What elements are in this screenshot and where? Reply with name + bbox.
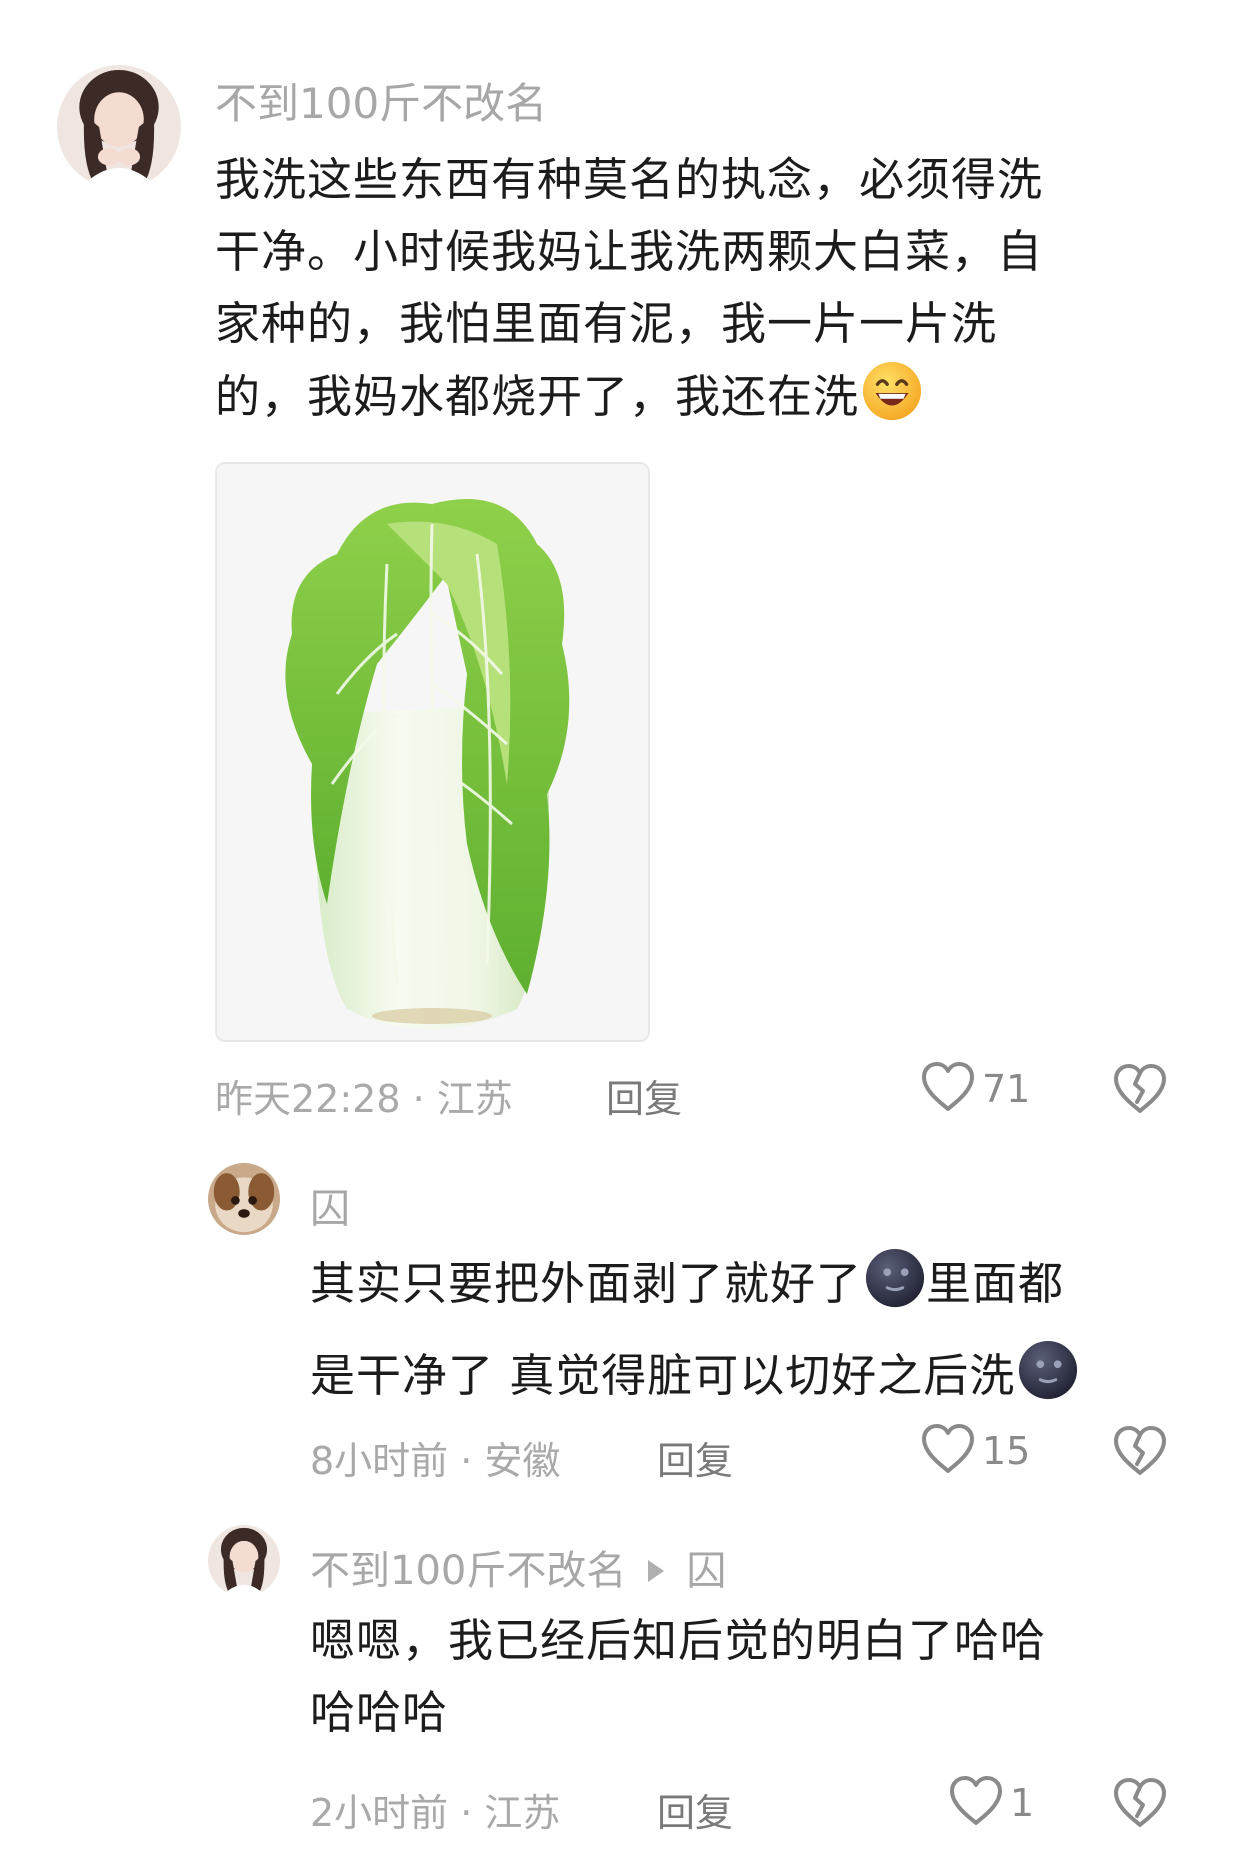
like-count: 15	[982, 1429, 1031, 1473]
dislike-button[interactable]	[1112, 1062, 1168, 1120]
comment-line: 的，我妈水都烧开了，我还在洗	[215, 370, 860, 423]
comment-image[interactable]	[215, 462, 650, 1042]
comment-line: 是干净了 真觉得脏可以切好之后洗	[310, 1349, 1016, 1402]
heart-outline-icon	[948, 1774, 1004, 1832]
comment-line: 干净。小时候我妈让我洗两颗大白菜，自	[215, 225, 1044, 278]
comment-meta: 8小时前 · 安徽	[310, 1439, 561, 1483]
comment-content: 嗯嗯，我已经后知后觉的明白了哈哈 哈哈哈	[310, 1605, 1046, 1749]
triangle-right-icon	[648, 1560, 665, 1582]
avatar[interactable]	[208, 1525, 280, 1597]
like-count: 71	[982, 1067, 1031, 1111]
comment-username[interactable]: 囚	[310, 1176, 350, 1234]
reply-button[interactable]: 回复	[657, 1430, 733, 1485]
grinning-face-emoji	[861, 360, 923, 443]
broken-heart-icon	[1112, 1778, 1168, 1834]
dislike-button[interactable]	[1112, 1424, 1168, 1482]
like-button[interactable]: 1	[948, 1774, 1034, 1832]
like-button[interactable]: 15	[920, 1422, 1030, 1480]
comment-line: 其实只要把外面剥了就好了	[310, 1257, 863, 1310]
comment-line: 哈哈哈	[310, 1686, 449, 1739]
reply-to-username[interactable]: 囚	[686, 1548, 726, 1594]
reply-button[interactable]: 回复	[657, 1782, 733, 1837]
broken-heart-icon	[1112, 1426, 1168, 1482]
dislike-button[interactable]	[1112, 1776, 1168, 1834]
comment-line: 我洗这些东西有种莫名的执念，必须得洗	[215, 153, 1044, 206]
comment-username[interactable]: 不到100斤不改名	[310, 1548, 626, 1594]
like-button[interactable]: 71	[920, 1060, 1030, 1118]
reply-button[interactable]: 回复	[606, 1068, 682, 1123]
like-count: 1	[1010, 1781, 1035, 1825]
avatar[interactable]	[57, 65, 181, 189]
comment-line: 家种的，我怕里面有泥，我一片一片洗	[215, 297, 998, 350]
comment-username-row: 不到100斤不改名 囚	[310, 1538, 726, 1596]
comment-line: 里面都	[926, 1257, 1065, 1310]
comment-meta: 昨天22:28 · 江苏	[215, 1077, 513, 1121]
comment-username[interactable]: 不到100斤不改名	[215, 70, 547, 131]
comment-meta: 2小时前 · 江苏	[310, 1791, 561, 1835]
napa-cabbage-image	[217, 464, 648, 1040]
heart-outline-icon	[920, 1060, 976, 1118]
broken-heart-icon	[1112, 1064, 1168, 1120]
new-moon-face-emoji	[864, 1247, 926, 1335]
heart-outline-icon	[920, 1422, 976, 1480]
new-moon-face-emoji	[1017, 1339, 1079, 1427]
avatar[interactable]	[208, 1163, 280, 1235]
comment-line-with-emoji: 是干净了 真觉得脏可以切好之后洗	[310, 1335, 1079, 1427]
comment-line-with-emoji: 其实只要把外面剥了就好了 里面都	[310, 1243, 1079, 1335]
comment-content: 其实只要把外面剥了就好了 里面都 是干净了 真觉得脏可以切好之后洗	[310, 1243, 1079, 1427]
comment-line: 嗯嗯，我已经后知后觉的明白了哈哈	[310, 1614, 1047, 1667]
comment-content: 我洗这些东西有种莫名的执念，必须得洗 干净。小时候我妈让我洗两颗大白菜，自 家种…	[215, 144, 1043, 443]
comment-line-with-emoji: 的，我妈水都烧开了，我还在洗	[215, 360, 1043, 443]
